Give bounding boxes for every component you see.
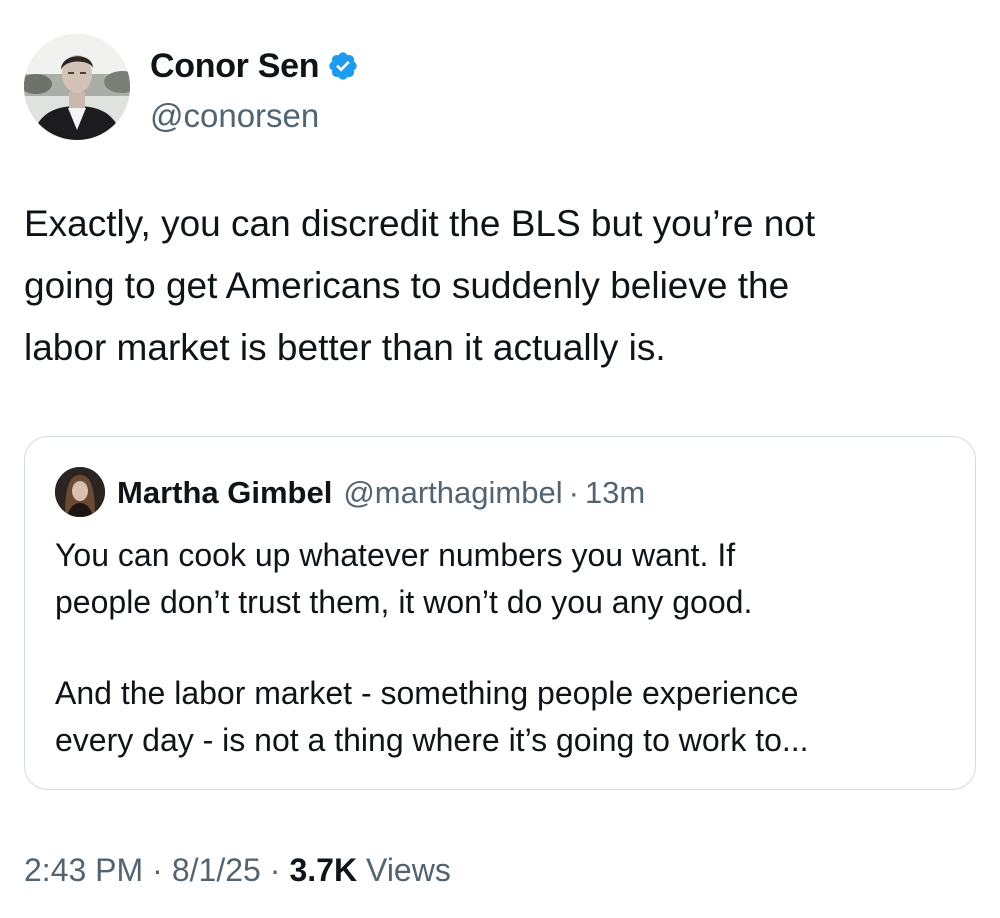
quoted-separator: · <box>568 475 579 510</box>
views-label[interactable]: Views <box>366 852 451 889</box>
quoted-tweet-header: Martha Gimbel @marthagimbel · 13m <box>117 473 645 513</box>
quoted-author-handle[interactable]: @marthagimbel <box>343 475 562 511</box>
verified-badge-icon <box>327 50 359 82</box>
quoted-author-name[interactable]: Martha Gimbel <box>117 475 332 511</box>
meta-separator: · <box>269 852 281 888</box>
tweet-text: Exactly, you can discredit the BLS but y… <box>24 203 816 368</box>
author-handle[interactable]: @conorsen <box>150 97 319 135</box>
quoted-author-avatar[interactable] <box>55 467 105 517</box>
views-count[interactable]: 3.7K <box>289 852 357 889</box>
tweet-time[interactable]: 2:43 PM <box>24 852 143 889</box>
quoted-tweet-text: You can cook up whatever numbers you wan… <box>55 532 955 764</box>
quoted-tweet-card[interactable]: Martha Gimbel @marthagimbel · 13m You ca… <box>24 436 976 790</box>
author-display-name[interactable]: Conor Sen <box>150 47 320 86</box>
meta-separator: · <box>152 852 163 888</box>
tweet-header: Conor Sen @conorsen <box>24 34 964 144</box>
author-avatar[interactable] <box>24 34 130 140</box>
quoted-paragraph: You can cook up whatever numbers you wan… <box>55 537 753 620</box>
quoted-paragraph: And the labor market - something people … <box>55 675 809 758</box>
quoted-timestamp[interactable]: 13m <box>585 475 645 511</box>
tweet-date[interactable]: 8/1/25 <box>172 852 261 889</box>
tweet-metadata: 2:43 PM · 8/1/25 · 3.7K Views <box>24 852 451 889</box>
author-name-row: Conor Sen <box>150 44 359 88</box>
